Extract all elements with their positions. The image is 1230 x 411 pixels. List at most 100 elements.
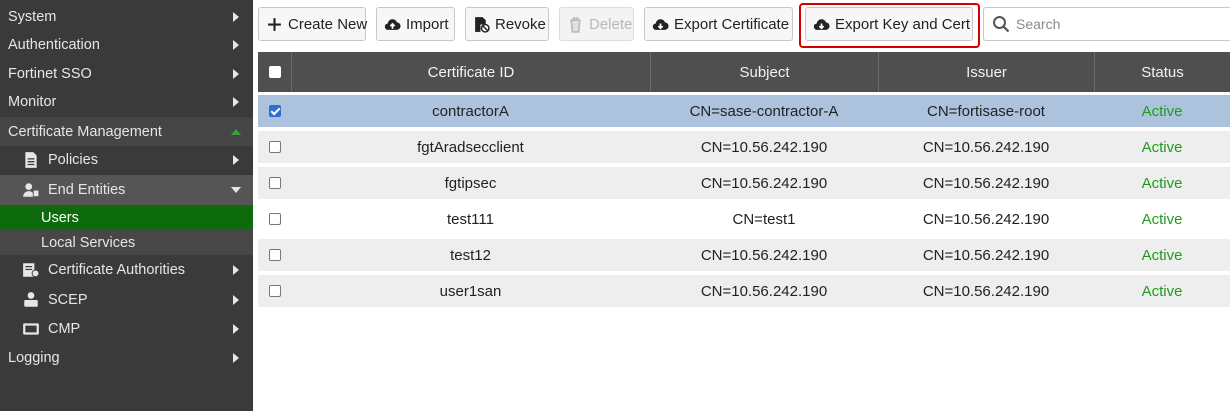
certificate-id-cell: user1san: [439, 282, 502, 300]
column-header-certificate-id[interactable]: Certificate ID: [291, 52, 650, 92]
chevron-right-icon: [233, 265, 239, 275]
column-header-issuer[interactable]: Issuer: [878, 52, 1094, 92]
chevron-right-icon: [233, 324, 239, 334]
sidebar-item-authentication[interactable]: Authentication: [0, 31, 253, 59]
export-certificate-button[interactable]: Export Certificate: [644, 7, 793, 41]
sidebar-item-label: Monitor: [8, 94, 57, 110]
certificate-id-cell: test111: [447, 210, 494, 228]
sidebar-item-cmp[interactable]: CMP: [0, 315, 253, 343]
status-cell: Active: [1141, 174, 1183, 192]
sidebar-item-system[interactable]: System: [0, 3, 253, 31]
row-checkbox[interactable]: [269, 141, 281, 153]
chevron-right-icon: [233, 69, 239, 79]
certificate-id-cell: fgtipsec: [444, 174, 497, 192]
export-certificate-label: Export Certificate: [674, 15, 790, 33]
row-checkbox[interactable]: [269, 105, 281, 117]
sidebar-item-label: Logging: [8, 350, 60, 366]
revoke-button[interactable]: Revoke: [465, 7, 549, 41]
sidebar-item-label: End Entities: [48, 182, 126, 198]
revoke-document-icon: [473, 16, 490, 33]
sidebar-item-label: System: [8, 9, 57, 25]
table-header: Certificate ID Subject Issuer Status: [258, 52, 1230, 92]
highlight-box: [799, 3, 980, 48]
row-checkbox[interactable]: [269, 285, 281, 297]
sidebar-item-label: Users: [41, 209, 79, 226]
table-row[interactable]: test12 CN=10.56.242.190 CN=10.56.242.190…: [258, 239, 1230, 271]
sidebar-item-label: Certificate Management: [8, 123, 162, 140]
column-header-status[interactable]: Status: [1094, 52, 1230, 92]
table-row[interactable]: user1san CN=10.56.242.190 CN=10.56.242.1…: [258, 275, 1230, 307]
search-box[interactable]: [983, 7, 1230, 41]
sidebar-item-label: Fortinet SSO: [8, 66, 92, 82]
import-button[interactable]: Import: [376, 7, 455, 41]
issuer-cell: CN=10.56.242.190: [922, 174, 1050, 192]
certificate-id-cell: contractorA: [432, 102, 509, 120]
sidebar-item-logging[interactable]: Logging: [0, 344, 253, 372]
user-certificate-icon: [22, 181, 40, 199]
status-cell: Active: [1141, 282, 1183, 300]
issuer-cell: CN=10.56.242.190: [922, 210, 1050, 228]
app-root: System Authentication Fortinet SSO Monit…: [0, 0, 1230, 411]
sidebar-item-label: Local Services: [41, 234, 136, 251]
column-header-subject[interactable]: Subject: [650, 52, 878, 92]
subject-cell: CN=test1: [732, 210, 796, 228]
scep-icon: [22, 291, 40, 309]
chevron-down-icon: [231, 187, 241, 193]
import-label: Import: [406, 15, 449, 33]
subject-cell: CN=10.56.242.190: [700, 138, 828, 156]
chevron-right-icon: [233, 97, 239, 107]
certificate-id-cell: test12: [450, 246, 491, 264]
subject-cell: CN=sase-contractor-A: [689, 102, 839, 120]
select-all-checkbox[interactable]: [268, 66, 281, 78]
search-input[interactable]: [1016, 16, 1216, 32]
chevron-right-icon: [233, 155, 239, 165]
trash-icon: [567, 16, 584, 33]
row-checkbox[interactable]: [269, 249, 281, 261]
subject-cell: CN=10.56.242.190: [700, 246, 828, 264]
certificate-id-cell: fgtAradsecclient: [417, 138, 524, 156]
column-header-label: Status: [1141, 63, 1184, 81]
delete-button[interactable]: Delete: [559, 7, 634, 41]
revoke-label: Revoke: [495, 15, 546, 33]
table-row[interactable]: fgtAradsecclient CN=10.56.242.190 CN=10.…: [258, 131, 1230, 163]
sidebar-item-fortinet-sso[interactable]: Fortinet SSO: [0, 60, 253, 88]
chevron-right-icon: [233, 353, 239, 363]
issuer-cell: CN=10.56.242.190: [922, 138, 1050, 156]
row-checkbox-cell: [258, 167, 291, 199]
sidebar-item-end-entities[interactable]: End Entities: [0, 175, 253, 205]
table-row[interactable]: test111 CN=test1 CN=10.56.242.190 Active: [258, 203, 1230, 235]
row-checkbox-cell: [258, 275, 291, 307]
cloud-download-icon: [652, 16, 669, 33]
chevron-right-icon: [233, 40, 239, 50]
sidebar-item-certificate-management[interactable]: Certificate Management: [0, 117, 253, 146]
column-header-label: Subject: [739, 63, 790, 81]
document-icon: [22, 151, 40, 169]
sidebar-item-certificate-authorities[interactable]: Certificate Authorities: [0, 256, 253, 284]
status-cell: Active: [1141, 210, 1183, 228]
row-checkbox[interactable]: [269, 177, 281, 189]
create-new-label: Create New: [288, 15, 368, 33]
issuer-cell: CN=10.56.242.190: [922, 246, 1050, 264]
create-new-button[interactable]: Create New: [258, 7, 368, 41]
status-cell: Active: [1141, 138, 1183, 156]
sidebar-item-local-services[interactable]: Local Services: [0, 230, 253, 255]
sidebar-item-users[interactable]: Users: [0, 205, 253, 230]
sidebar-item-label: CMP: [48, 321, 81, 337]
row-checkbox[interactable]: [269, 213, 281, 225]
sidebar-item-label: Certificate Authorities: [48, 262, 186, 278]
search-icon: [992, 15, 1010, 33]
row-checkbox-cell: [258, 203, 291, 235]
sidebar-item-label: Authentication: [8, 37, 100, 53]
status-cell: Active: [1141, 246, 1183, 264]
sidebar-item-policies[interactable]: Policies: [0, 146, 253, 174]
sidebar-item-monitor[interactable]: Monitor: [0, 88, 253, 116]
chevron-right-icon: [233, 295, 239, 305]
row-checkbox-cell: [258, 95, 291, 127]
subject-cell: CN=10.56.242.190: [700, 174, 828, 192]
cmp-icon: [22, 320, 40, 338]
column-header-label: Certificate ID: [427, 63, 515, 81]
table-row[interactable]: fgtipsec CN=10.56.242.190 CN=10.56.242.1…: [258, 167, 1230, 199]
sidebar-item-scep[interactable]: SCEP: [0, 286, 253, 314]
row-checkbox-cell: [258, 131, 291, 163]
table-row[interactable]: contractorA CN=sase-contractor-A CN=fort…: [258, 95, 1230, 127]
